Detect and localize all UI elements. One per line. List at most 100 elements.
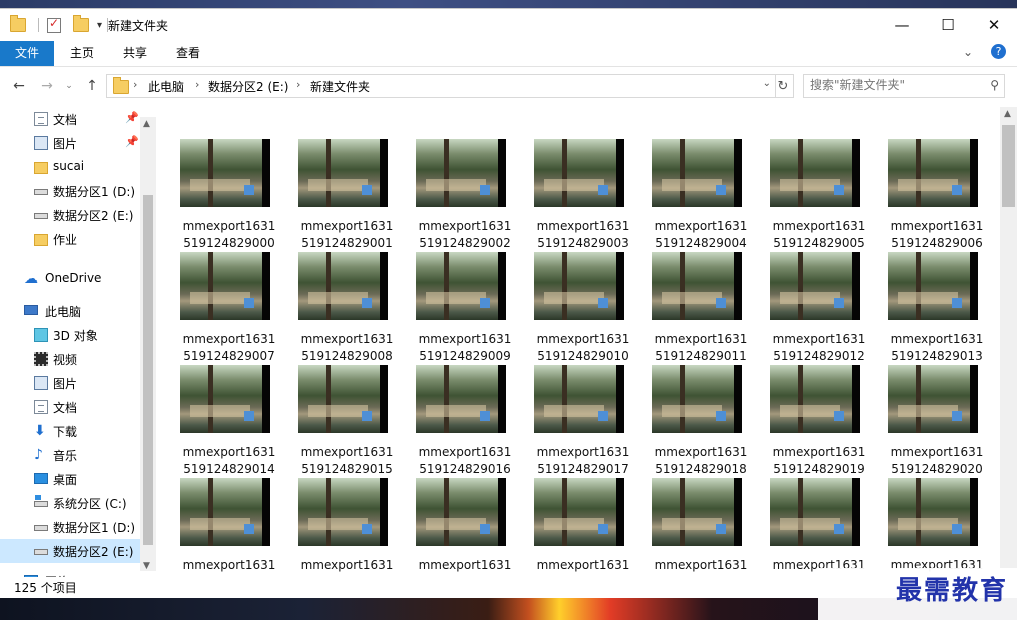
tab-view[interactable]: 查看 [166, 41, 210, 66]
search-box[interactable]: ⚲ [803, 74, 1005, 98]
nav-item-drive-d-quick[interactable]: 数据分区1 (D:) [0, 179, 140, 203]
minimize-button[interactable]: — [879, 9, 925, 41]
tab-file[interactable]: 文件 [0, 41, 54, 66]
file-item[interactable]: mmexport1631 519124829004 [646, 107, 747, 250]
new-folder-icon[interactable] [73, 15, 89, 32]
nav-item-pictures-pinned[interactable]: 图片 📌 [0, 131, 140, 155]
picture-icon [34, 136, 48, 150]
file-name: mmexport1631519124829023 [418, 558, 512, 577]
address-bar[interactable]: › 此电脑 › 数据分区2 (E:) › 新建文件夹 ⌄ [106, 74, 776, 98]
file-item[interactable]: mmexport1631 519124829001 [292, 107, 393, 250]
recent-locations-icon[interactable]: ⌄ [59, 75, 79, 97]
file-item[interactable]: mmexport1631 519124829007 [174, 220, 275, 363]
nav-item-this-pc[interactable]: 此电脑 [0, 299, 140, 323]
file-item[interactable]: mmexport1631 519124829002 [410, 107, 511, 250]
nav-item-drive-e-quick[interactable]: 数据分区2 (E:) [0, 203, 140, 227]
file-item[interactable]: mmexport1631 519124829014 [174, 333, 275, 476]
photo-thumbnail [416, 252, 506, 320]
file-item[interactable]: mmexport1631 519124829006 [882, 107, 983, 250]
file-item[interactable]: mmexport1631 519124829013 [882, 220, 983, 363]
file-item[interactable]: mmexport1631 519124829003 [528, 107, 629, 250]
computer-icon [24, 305, 38, 315]
ribbon-expand-icon[interactable]: ⌄ [963, 45, 973, 59]
pin-icon[interactable]: 📌 [125, 111, 139, 124]
nav-item-videos[interactable]: 视频 [0, 347, 140, 371]
drive-icon [34, 549, 48, 555]
file-item[interactable]: mmexport1631519124829025 [646, 446, 747, 577]
file-name: mmexport1631519124829024 [536, 558, 630, 577]
content-scroll-thumb[interactable] [1002, 125, 1015, 207]
chevron-right-icon[interactable]: › [195, 78, 199, 91]
scroll-down-icon[interactable]: ▼ [143, 561, 150, 571]
file-item[interactable]: mmexport1631519124829022 [292, 446, 393, 577]
file-item[interactable]: mmexport1631519124829021 [174, 446, 275, 577]
breadcrumb-drive-e[interactable]: 数据分区2 (E:) [208, 78, 288, 95]
file-item[interactable]: mmexport1631 519124829009 [410, 220, 511, 363]
file-item[interactable]: mmexport1631 519124829011 [646, 220, 747, 363]
document-icon [34, 400, 48, 414]
maximize-button[interactable]: ☐ [925, 9, 971, 41]
watermark-text: 最需教育 [896, 576, 1009, 606]
file-item[interactable]: mmexport1631 519124829008 [292, 220, 393, 363]
tab-share[interactable]: 共享 [113, 41, 157, 66]
nav-item-documents[interactable]: 文档 [0, 395, 140, 419]
tab-home[interactable]: 主页 [60, 41, 104, 66]
file-item[interactable]: mmexport1631 519124829005 [764, 107, 865, 250]
nav-scroll-thumb[interactable] [143, 195, 153, 545]
window-title: 新建文件夹 [108, 19, 169, 33]
nav-item-desktop[interactable]: 桌面 [0, 467, 140, 491]
photo-thumbnail [534, 252, 624, 320]
navigation-bar: ← → ⌄ ↑ › 此电脑 › 数据分区2 (E:) › 新建文件夹 ⌄ ↻ ⚲ [0, 71, 1017, 101]
nav-item-drive-c[interactable]: 系统分区 (C:) [0, 491, 140, 515]
file-item[interactable]: mmexport1631 519124829015 [292, 333, 393, 476]
photo-thumbnail [888, 139, 978, 207]
file-item[interactable]: mmexport1631 519124829016 [410, 333, 511, 476]
address-dropdown-icon[interactable]: ⌄ [763, 78, 771, 89]
nav-item-documents-pinned[interactable]: 文档 📌 [0, 107, 140, 131]
breadcrumb-new-folder[interactable]: 新建文件夹 [310, 78, 370, 95]
properties-check-icon[interactable] [47, 16, 61, 33]
nav-item-label: 视频 [53, 353, 78, 367]
file-item[interactable]: mmexport1631519124829027 [882, 446, 983, 577]
file-item[interactable]: mmexport1631 519124829018 [646, 333, 747, 476]
content-scrollbar[interactable]: ▲ [1000, 107, 1017, 577]
up-arrow-icon[interactable]: ↑ [82, 75, 102, 97]
nav-item-onedrive[interactable]: ☁ OneDrive [0, 267, 140, 291]
help-icon[interactable]: ? [991, 44, 1006, 59]
nav-item-3d-objects[interactable]: 3D 对象 [0, 323, 140, 347]
nav-item-pictures[interactable]: 图片 [0, 371, 140, 395]
close-button[interactable]: ✕ [971, 9, 1017, 41]
nav-pane-scrollbar[interactable]: ▲ ▼ [140, 117, 156, 571]
nav-item-label: 3D 对象 [53, 329, 98, 343]
file-item[interactable]: mmexport1631 519124829012 [764, 220, 865, 363]
search-icon[interactable]: ⚲ [990, 78, 999, 92]
file-item[interactable]: mmexport1631519124829024 [528, 446, 629, 577]
customize-dropdown-icon[interactable]: ▾ [97, 20, 102, 31]
file-item[interactable]: mmexport1631 519124829010 [528, 220, 629, 363]
nav-item-sucai[interactable]: sucai [0, 155, 140, 179]
back-arrow-icon[interactable]: ← [9, 75, 29, 97]
nav-item-downloads[interactable]: ⬇ 下载 [0, 419, 140, 443]
chevron-right-icon[interactable]: › [133, 78, 137, 91]
nav-item-drive-e[interactable]: 数据分区2 (E:) [0, 539, 140, 563]
search-input[interactable] [810, 78, 980, 92]
forward-arrow-icon[interactable]: → [37, 75, 57, 97]
chevron-right-icon[interactable]: › [296, 78, 300, 91]
file-item[interactable]: mmexport1631519124829023 [410, 446, 511, 577]
nav-item-network[interactable]: 网络 [0, 569, 140, 577]
nav-item-drive-d[interactable]: 数据分区1 (D:) [0, 515, 140, 539]
explorer-window: ▾ 新建文件夹 — ☐ ✕ 文件 主页 共享 查看 ⌄ ? ← → ⌄ ↑ › … [0, 8, 1017, 599]
nav-item-music[interactable]: ♪ 音乐 [0, 443, 140, 467]
file-item[interactable]: mmexport1631 519124829019 [764, 333, 865, 476]
scroll-up-icon[interactable]: ▲ [1004, 109, 1011, 119]
pin-icon[interactable]: 📌 [125, 135, 139, 148]
file-item[interactable]: mmexport1631 519124829017 [528, 333, 629, 476]
scroll-up-icon[interactable]: ▲ [143, 119, 150, 129]
breadcrumb-this-pc[interactable]: 此电脑 [148, 78, 184, 95]
file-item[interactable]: mmexport1631 519124829020 [882, 333, 983, 476]
nav-item-homework[interactable]: 作业 [0, 227, 140, 251]
file-item[interactable]: mmexport1631519124829026 [764, 446, 865, 577]
refresh-icon[interactable]: ↻ [773, 74, 794, 98]
file-item[interactable]: mmexport1631 519124829000 [174, 107, 275, 250]
photo-thumbnail [770, 478, 860, 546]
